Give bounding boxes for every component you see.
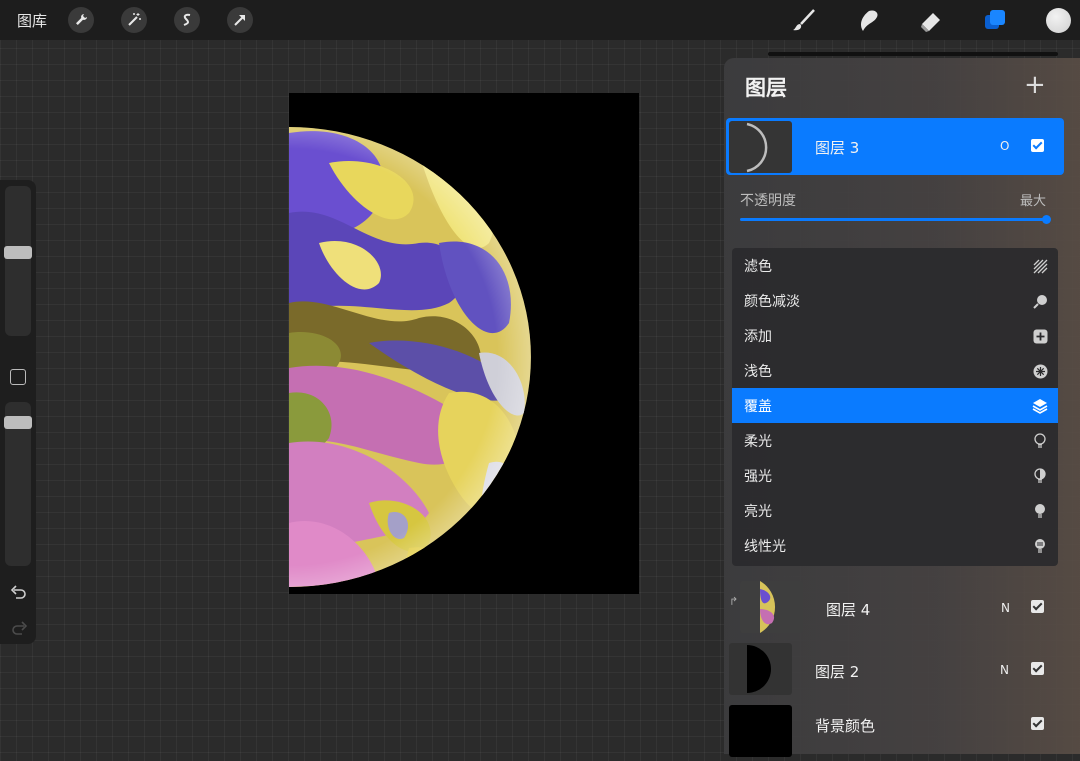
smudge-icon[interactable]: [854, 6, 882, 34]
wrench-icon[interactable]: [68, 7, 94, 33]
blend-mode-item[interactable]: 滤色: [732, 248, 1058, 283]
undo-icon[interactable]: [10, 584, 28, 600]
gallery-button[interactable]: 图库: [17, 10, 47, 31]
blend-mode-label: 亮光: [744, 504, 772, 520]
blend-mode-button[interactable]: O: [1000, 139, 1009, 153]
transform-arrow-icon[interactable]: [227, 7, 253, 33]
layer-row[interactable]: ↱ 图层 4 N: [724, 577, 1080, 637]
bulb-lines-icon: [1032, 538, 1048, 554]
left-sidebar: [0, 180, 36, 644]
opacity-value: 最大: [1020, 194, 1047, 209]
panel-handle: [768, 52, 1058, 56]
background-color-swatch[interactable]: [729, 705, 792, 757]
layer-name: 图层 2: [815, 663, 860, 681]
sparkle-icon: [1032, 363, 1048, 379]
color-swatch[interactable]: [1046, 8, 1071, 33]
layer-thumbnail: [729, 121, 792, 173]
blend-mode-item[interactable]: 强光: [732, 458, 1058, 493]
magic-wand-icon[interactable]: [121, 7, 147, 33]
opacity-slider[interactable]: [740, 218, 1046, 221]
visibility-checkbox[interactable]: [1031, 139, 1044, 152]
blend-mode-item[interactable]: 添加: [732, 318, 1058, 353]
blend-mode-label: 滤色: [744, 259, 772, 275]
bulb-filled-icon: [1032, 503, 1048, 519]
blend-mode-item[interactable]: 亮光: [732, 493, 1058, 528]
modify-button[interactable]: [10, 369, 26, 385]
visibility-checkbox[interactable]: [1031, 600, 1044, 613]
layer-name: 图层 3: [815, 139, 860, 157]
visibility-checkbox[interactable]: [1031, 662, 1044, 675]
blend-mode-label: 颜色减淡: [744, 294, 800, 310]
visibility-checkbox[interactable]: [1031, 717, 1044, 730]
layer-name: 图层 4: [826, 601, 871, 619]
brush-icon[interactable]: [790, 6, 818, 34]
clipping-mask-icon: ↱: [729, 595, 739, 608]
blend-mode-label: 浅色: [744, 364, 772, 380]
opacity-slider-knob[interactable]: [1042, 215, 1051, 224]
brush-size-slider[interactable]: [5, 186, 31, 336]
panel-title: 图层: [745, 76, 787, 100]
bulb-outline-icon: [1032, 433, 1048, 449]
bulb-half-icon: [1032, 468, 1048, 484]
blend-mode-item[interactable]: 颜色减淡: [732, 283, 1058, 318]
blend-mode-label: 柔光: [744, 434, 772, 450]
opacity-label: 不透明度: [740, 193, 796, 209]
add-layer-button[interactable]: +: [1024, 72, 1046, 98]
layer-row-active[interactable]: 图层 3 O: [726, 118, 1064, 175]
blend-mode-item[interactable]: 线性光: [732, 528, 1058, 563]
layer-thumbnail: [740, 581, 803, 633]
blend-mode-label: 线性光: [744, 539, 786, 555]
blend-mode-list: 滤色 颜色减淡 添加 浅色 覆盖 柔光 强光 亮光 线性光: [732, 248, 1058, 566]
blend-mode-item-selected[interactable]: 覆盖: [732, 388, 1058, 423]
blend-mode-label: 覆盖: [744, 399, 772, 415]
layers-icon[interactable]: [981, 6, 1009, 34]
layer-row-background[interactable]: 背景颜色: [724, 701, 1080, 761]
blend-mode-label: 添加: [744, 329, 772, 345]
plus-square-icon: [1032, 328, 1048, 344]
brush-size-thumb[interactable]: [4, 246, 32, 259]
blend-mode-button[interactable]: N: [1001, 601, 1010, 615]
screen-stripes-icon: [1032, 258, 1048, 274]
blend-mode-item[interactable]: 浅色: [732, 353, 1058, 388]
drawing-canvas[interactable]: [289, 93, 639, 594]
layers-stack-icon: [1032, 398, 1048, 414]
layer-row[interactable]: 图层 2 N: [724, 639, 1080, 699]
eraser-icon[interactable]: [917, 6, 945, 34]
layers-panel: 图层 + 图层 3 O 不透明度 最大 滤色 颜色减淡 添加 浅色 覆盖 柔光 …: [724, 58, 1080, 757]
layer-thumbnail: [729, 643, 792, 695]
selection-icon[interactable]: [174, 7, 200, 33]
brush-opacity-thumb[interactable]: [4, 416, 32, 429]
blend-mode-label: 强光: [744, 469, 772, 485]
blend-mode-button[interactable]: N: [1000, 663, 1009, 677]
blend-mode-item[interactable]: 柔光: [732, 423, 1058, 458]
planet-artwork: [289, 127, 531, 587]
layer-name: 背景颜色: [815, 717, 876, 735]
top-toolbar: 图库: [0, 0, 1080, 40]
dodge-icon: [1032, 293, 1048, 309]
redo-icon[interactable]: [10, 620, 28, 636]
